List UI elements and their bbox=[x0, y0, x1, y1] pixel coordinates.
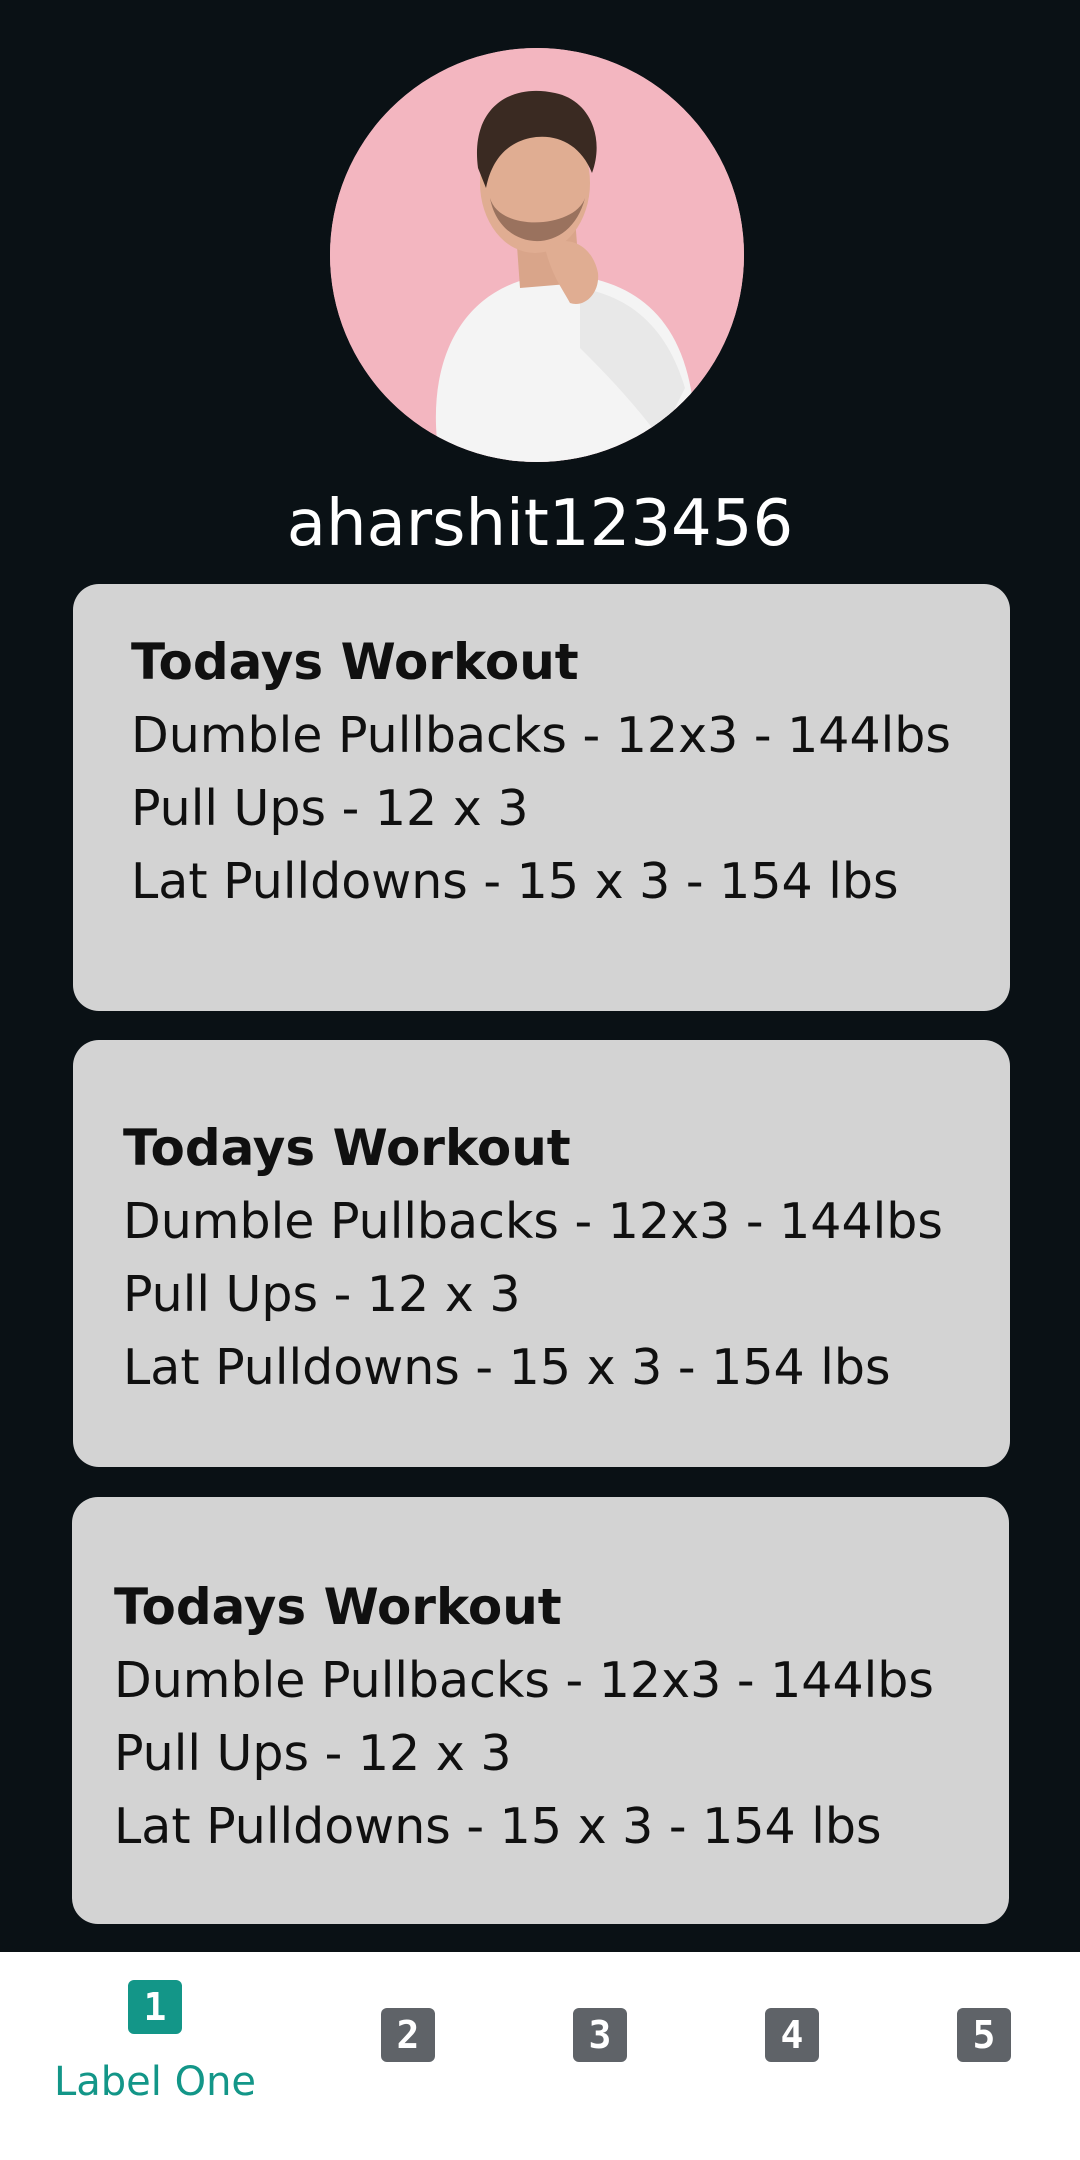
number-4-icon: 4 bbox=[765, 2008, 819, 2062]
number-2-icon: 2 bbox=[381, 2008, 435, 2062]
workout-card-title: Todays Workout bbox=[131, 633, 579, 691]
workout-line: Pull Ups - 12 x 3 bbox=[114, 1725, 512, 1782]
nav-item-label: Label One bbox=[53, 2059, 257, 2105]
workout-line: Lat Pulldowns - 15 x 3 - 154 lbs bbox=[123, 1339, 891, 1396]
username: aharshit123456 bbox=[286, 487, 794, 561]
bottom-navigation: 1 Label One 2 3 4 5 bbox=[0, 1952, 1080, 2160]
workout-line: Lat Pulldowns - 15 x 3 - 154 lbs bbox=[114, 1798, 882, 1855]
number-3-icon: 3 bbox=[573, 2008, 627, 2062]
workout-card[interactable]: Todays Workout Dumble Pullbacks - 12x3 -… bbox=[73, 584, 1010, 1011]
workout-line: Dumble Pullbacks - 12x3 - 144lbs bbox=[123, 1193, 943, 1250]
nav-item-4[interactable]: 4 bbox=[714, 1952, 864, 2160]
nav-item-1[interactable]: 1 Label One bbox=[30, 1952, 280, 2160]
number-1-icon: 1 bbox=[128, 1980, 182, 2034]
profile-photo bbox=[330, 48, 744, 462]
nav-item-5[interactable]: 5 bbox=[906, 1952, 1056, 2160]
number-5-icon: 5 bbox=[957, 2008, 1011, 2062]
workout-card-title: Todays Workout bbox=[123, 1119, 571, 1177]
workout-line: Lat Pulldowns - 15 x 3 - 154 lbs bbox=[131, 853, 899, 910]
profile-avatar[interactable] bbox=[330, 48, 744, 462]
workout-card-title: Todays Workout bbox=[114, 1578, 562, 1636]
workout-line: Pull Ups - 12 x 3 bbox=[131, 780, 529, 837]
nav-item-2[interactable]: 2 bbox=[330, 1952, 480, 2160]
workout-card[interactable]: Todays Workout Dumble Pullbacks - 12x3 -… bbox=[73, 1040, 1010, 1467]
workout-line: Dumble Pullbacks - 12x3 - 144lbs bbox=[131, 707, 951, 764]
workout-card[interactable]: Todays Workout Dumble Pullbacks - 12x3 -… bbox=[72, 1497, 1009, 1924]
workout-line: Dumble Pullbacks - 12x3 - 144lbs bbox=[114, 1652, 934, 1709]
nav-item-3[interactable]: 3 bbox=[522, 1952, 672, 2160]
workout-line: Pull Ups - 12 x 3 bbox=[123, 1266, 521, 1323]
